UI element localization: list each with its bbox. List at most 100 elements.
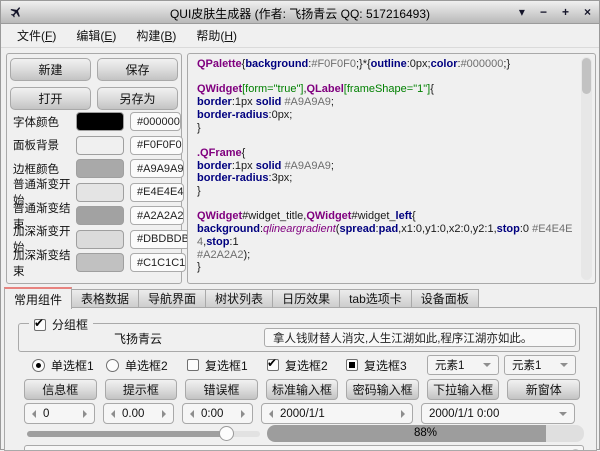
- file-button-3[interactable]: 另存为: [97, 87, 178, 110]
- spinbox-3[interactable]: 2000/1/1: [261, 403, 413, 424]
- tab-5[interactable]: tab选项卡: [340, 289, 412, 308]
- color-swatch-button[interactable]: [76, 112, 124, 131]
- spin-value: 0.00: [122, 408, 144, 420]
- file-button-2[interactable]: 打开: [10, 87, 91, 110]
- groupbox-checkbox-icon[interactable]: ✔: [34, 319, 46, 331]
- spin-left-arrow-icon[interactable]: [111, 410, 115, 418]
- color-swatch-button[interactable]: [76, 206, 124, 225]
- menu-item-B[interactable]: 构建(B): [126, 24, 186, 47]
- maximize-button-icon[interactable]: +: [562, 1, 569, 23]
- color-swatch-button[interactable]: [76, 183, 124, 202]
- radio-icon[interactable]: [32, 359, 45, 372]
- radio-dot: [36, 363, 41, 368]
- code-line: border:1px solid #A9A9A9;: [197, 160, 575, 173]
- code-line: }: [197, 185, 575, 198]
- stylesheet-editor[interactable]: QPalette{background:#F0F0F0;}*{outline:0…: [187, 53, 596, 284]
- tab-1[interactable]: 表格数据: [72, 289, 139, 308]
- tab-0[interactable]: 常用组件: [4, 287, 72, 309]
- dialog-button-3[interactable]: 标准输入框: [266, 379, 339, 400]
- radio-单选框1[interactable]: 单选框1: [32, 357, 94, 373]
- spin-right-arrow-icon[interactable]: [83, 410, 87, 418]
- spinbox-4[interactable]: 2000/1/1 0:00: [421, 403, 575, 424]
- groupbox-title-label: 分组框: [52, 316, 88, 333]
- file-button-0[interactable]: 新建: [10, 58, 91, 81]
- chevron-down-icon[interactable]: [559, 412, 567, 416]
- color-swatch-button[interactable]: [76, 230, 124, 249]
- checkbox-复选框1[interactable]: 复选框1: [187, 357, 248, 373]
- color-hex-field[interactable]: #A2A2A2: [130, 206, 184, 225]
- color-row-label: 字体颜色: [13, 114, 76, 130]
- chevron-down-icon: [483, 363, 491, 367]
- spinbox-1[interactable]: 0.00: [103, 403, 174, 424]
- code-line: }: [197, 122, 575, 135]
- color-hex-field[interactable]: #F0F0F0: [130, 136, 183, 155]
- color-hex-field[interactable]: #000000: [130, 112, 181, 131]
- color-hex-field[interactable]: #A9A9A9: [130, 159, 184, 178]
- color-row-1: 面板背景#F0F0F0: [13, 135, 176, 156]
- dialog-button-0[interactable]: 信息框: [24, 379, 97, 400]
- dialog-button-5[interactable]: 下拉输入框: [427, 379, 500, 400]
- tab-2[interactable]: 导航界面: [139, 289, 206, 308]
- code-scrollbar[interactable]: [581, 57, 592, 280]
- color-row-6: 加深渐变结束#C1C1C1: [13, 252, 176, 273]
- file-button-1[interactable]: 保存: [97, 58, 178, 81]
- spin-value: 2000/1/1: [280, 408, 325, 420]
- color-hex-field[interactable]: #DBDBDB: [130, 230, 190, 249]
- file-buttons: 新建保存打开另存为: [10, 58, 178, 110]
- code-scrollbar-thumb[interactable]: [582, 58, 591, 94]
- color-swatch-button[interactable]: [76, 136, 124, 155]
- groupbox: ✔ 分组框 飞扬青云 拿人钱财替人消灾,人生江湖如此,程序江湖亦如此。: [18, 323, 580, 352]
- menu-item-E[interactable]: 编辑(E): [66, 24, 126, 47]
- menu-item-H[interactable]: 帮助(H): [186, 24, 247, 47]
- spin-left-arrow-icon[interactable]: [32, 410, 36, 418]
- progress-label: 88%: [267, 427, 584, 439]
- bottom-textarea[interactable]: 拿人钱财替人消灾,人生江湖如此,程序江湖亦如此。: [24, 445, 584, 451]
- spin-right-arrow-icon[interactable]: [241, 410, 245, 418]
- tab-6[interactable]: 设备面板: [412, 289, 479, 308]
- spin-right-arrow-icon[interactable]: [401, 410, 405, 418]
- color-hex-field[interactable]: #E4E4E4: [130, 183, 184, 202]
- spinbox-2[interactable]: 0:00: [182, 403, 253, 424]
- slider-handle[interactable]: [219, 426, 234, 441]
- app-window: QUI皮肤生成器 (作者: 飞扬青云 QQ: 517216493) ▾−+× 文…: [0, 0, 600, 450]
- combo-box-6[interactable]: 元素1: [504, 355, 576, 375]
- code-line: [197, 134, 575, 147]
- window-menu-button-icon[interactable]: ▾: [519, 1, 525, 23]
- checkbox-icon[interactable]: [346, 359, 358, 371]
- stylesheet-code: QPalette{background:#F0F0F0;}*{outline:0…: [197, 58, 575, 284]
- spinbox-0[interactable]: 0: [24, 403, 95, 424]
- groupbox-checkbox[interactable]: ✔ 分组框: [29, 316, 93, 333]
- menu-item-F[interactable]: 文件(F): [7, 24, 66, 47]
- motto-input[interactable]: 拿人钱财替人消灾,人生江湖如此,程序江湖亦如此。: [264, 328, 576, 347]
- minimize-button-icon[interactable]: −: [540, 1, 547, 23]
- radio-单选框2[interactable]: 单选框2: [106, 357, 168, 373]
- dialog-button-1[interactable]: 提示框: [105, 379, 178, 400]
- color-hex-field[interactable]: #C1C1C1: [130, 253, 186, 272]
- code-line: border-radius:3px;: [197, 172, 575, 185]
- checkbox-icon[interactable]: [187, 359, 199, 371]
- color-row-label: 边框颜色: [13, 161, 76, 177]
- spin-left-arrow-icon[interactable]: [190, 410, 194, 418]
- color-swatch-button[interactable]: [76, 253, 124, 272]
- radio-icon[interactable]: [106, 359, 119, 372]
- code-line: [197, 71, 575, 84]
- checkbox-复选框2[interactable]: ✔复选框2: [267, 357, 328, 373]
- tab-4[interactable]: 日历效果: [273, 289, 340, 308]
- spin-right-arrow-icon[interactable]: [162, 410, 166, 418]
- checkbox-icon[interactable]: ✔: [267, 359, 279, 371]
- color-swatch-button[interactable]: [76, 159, 124, 178]
- close-button-icon[interactable]: ×: [584, 1, 591, 23]
- spin-left-arrow-icon[interactable]: [269, 410, 273, 418]
- menubar: 文件(F)编辑(E)构建(B)帮助(H): [1, 24, 599, 48]
- slider[interactable]: [27, 426, 260, 441]
- dialog-button-4[interactable]: 密码输入框: [346, 379, 419, 400]
- code-line: QPalette{background:#F0F0F0;}*{outline:0…: [197, 58, 575, 71]
- dialog-button-6[interactable]: 新窗体: [507, 379, 580, 400]
- dialog-button-2[interactable]: 错误框: [185, 379, 258, 400]
- tab-3[interactable]: 树状列表: [206, 289, 273, 308]
- combo-box-5[interactable]: 元素1: [427, 355, 499, 375]
- code-line: [197, 274, 575, 284]
- option-label: 复选框1: [205, 357, 248, 374]
- code-line: border:1px solid #A9A9A9;: [197, 96, 575, 109]
- checkbox-复选框3[interactable]: 复选框3: [346, 357, 407, 373]
